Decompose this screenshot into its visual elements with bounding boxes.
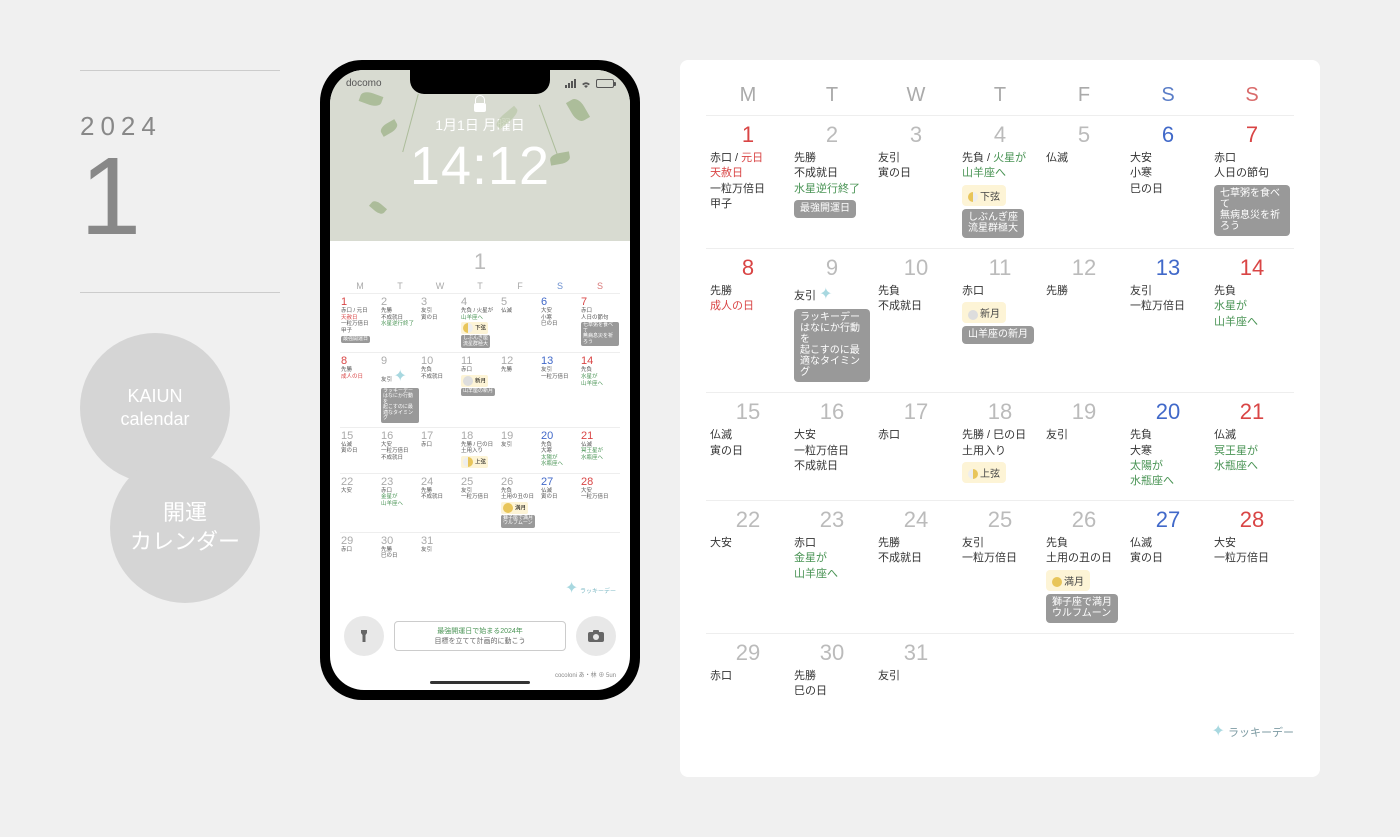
- signal-icon: [565, 79, 576, 88]
- dow-su: S: [1210, 84, 1294, 115]
- day-13: 13友引一粒万倍日: [1126, 248, 1210, 392]
- day-21: 21仏滅冥王星が水瓶座へ: [1210, 392, 1294, 500]
- day-11: 11赤口新月 山羊座の新月: [958, 248, 1042, 392]
- day-22: 22大安: [706, 500, 790, 633]
- tag-yagi-new: 山羊座の新月: [962, 326, 1034, 344]
- day-19: 19友引: [1042, 392, 1126, 500]
- day-17: 17赤口: [874, 392, 958, 500]
- dow-w: W: [874, 84, 958, 115]
- day-4: 4先負 / 火星が山羊座へ下弦 しぶんぎ座 流星群極大: [958, 115, 1042, 248]
- month-label: 1: [80, 142, 280, 252]
- phone-mockup: docomo 1月1日 月曜日 14:12 1: [320, 60, 640, 700]
- day-29: 29赤口: [706, 633, 790, 710]
- phone-lucky-legend: ✦ ラッキーデー: [340, 578, 620, 602]
- dow-f: F: [1042, 84, 1126, 115]
- day-7: 7赤口人日の節句七草粥を食べて 無病息災を祈ろう: [1210, 115, 1294, 248]
- phone-lock-footer: 最強開運日で始まる2024年 目標を立てて計画的に動こう: [330, 608, 630, 670]
- day-30: 30先勝巳の日: [790, 633, 874, 710]
- day-14: 14先負水星が山羊座へ: [1210, 248, 1294, 392]
- day-10: 10先負不成就日: [874, 248, 958, 392]
- day-16: 16大安一粒万倍日不成就日: [790, 392, 874, 500]
- day-18: 18先勝 / 巳の日土用入り上弦: [958, 392, 1042, 500]
- day-25: 25友引一粒万倍日: [958, 500, 1042, 633]
- lucky-star-icon: ✦: [819, 286, 832, 303]
- day-2: 2先勝不成就日水星逆行終了最強開運日: [790, 115, 874, 248]
- dow-sa: S: [1126, 84, 1210, 115]
- day-27: 27仏滅寅の日: [1126, 500, 1210, 633]
- brand-label: cocoloni あ・林 ⊕ 5un: [330, 670, 630, 681]
- camera-icon: [587, 629, 605, 643]
- day-31: 31友引: [874, 633, 958, 710]
- camera-button[interactable]: [576, 616, 616, 656]
- day-6: 6大安小寒巳の日: [1126, 115, 1210, 248]
- day-1: 1赤口 / 元日天赦日一粒万倍日甲子: [706, 115, 790, 248]
- flashlight-icon: [356, 628, 372, 644]
- lucky-legend: ✦ ラッキーデー: [706, 709, 1294, 741]
- day-5: 5仏滅: [1042, 115, 1126, 248]
- day-15: 15仏滅寅の日: [706, 392, 790, 500]
- tag-saikyo: 最強開運日: [794, 200, 856, 218]
- footer-message: 最強開運日で始まる2024年 目標を立てて計画的に動こう: [394, 621, 566, 651]
- dow-m: M: [706, 84, 790, 115]
- lock-wallpaper: 1月1日 月曜日 14:12: [330, 70, 630, 241]
- phone-notch: [410, 70, 550, 94]
- moon-full: 満月: [1046, 570, 1090, 591]
- day-12: 12先勝: [1042, 248, 1126, 392]
- badge-kaiun-jp: 開運カレンダー: [110, 453, 260, 603]
- tag-shishi: 獅子座で満月 ウルフムーン: [1046, 594, 1118, 623]
- flashlight-button[interactable]: [344, 616, 384, 656]
- tag-lucky-tip: ラッキーデーはなにか行動を 起こすのに最適なタイミング: [794, 309, 870, 382]
- wifi-icon: [580, 80, 592, 88]
- day-24: 24先勝不成就日: [874, 500, 958, 633]
- moon-new: 新月: [962, 302, 1006, 323]
- sidebar: 2024 1 KAIUNcalendar 開運カレンダー: [80, 60, 280, 613]
- battery-icon: [596, 79, 614, 88]
- phone-calendar: 1 MTWTFSS 1赤口 / 元日天赦日一粒万倍日甲子最強開運日 2先勝不成就…: [330, 241, 630, 608]
- day-8: 8先勝成人の日: [706, 248, 790, 392]
- lock-icon: [474, 95, 486, 111]
- calendar-panel: M T W T F S S 1赤口 / 元日天赦日一粒万倍日甲子 2先勝不成就日…: [680, 60, 1320, 777]
- day-20: 20先負大寒太陽が水瓶座へ: [1126, 392, 1210, 500]
- day-28: 28大安一粒万倍日: [1210, 500, 1294, 633]
- moon-lq: 下弦: [962, 185, 1006, 206]
- dow-t: T: [790, 84, 874, 115]
- day-9: 9友引 ✦ラッキーデーはなにか行動を 起こすのに最適なタイミング: [790, 248, 874, 392]
- home-indicator: [430, 681, 530, 684]
- p-day-1: 1赤口 / 元日天赦日一粒万倍日甲子最強開運日: [340, 293, 380, 352]
- dow-th: T: [958, 84, 1042, 115]
- carrier-label: docomo: [346, 78, 382, 89]
- day-23: 23赤口金星が山羊座へ: [790, 500, 874, 633]
- moon-fq: 上弦: [962, 462, 1006, 483]
- tag-nanakusa: 七草粥を食べて 無病息災を祈ろう: [1214, 185, 1290, 236]
- day-3: 3友引寅の日: [874, 115, 958, 248]
- day-26: 26先負土用の丑の日満月獅子座で満月 ウルフムーン: [1042, 500, 1126, 633]
- tag-shibungi: しぶんぎ座 流星群極大: [962, 209, 1024, 238]
- phone-month-label: 1: [340, 249, 620, 275]
